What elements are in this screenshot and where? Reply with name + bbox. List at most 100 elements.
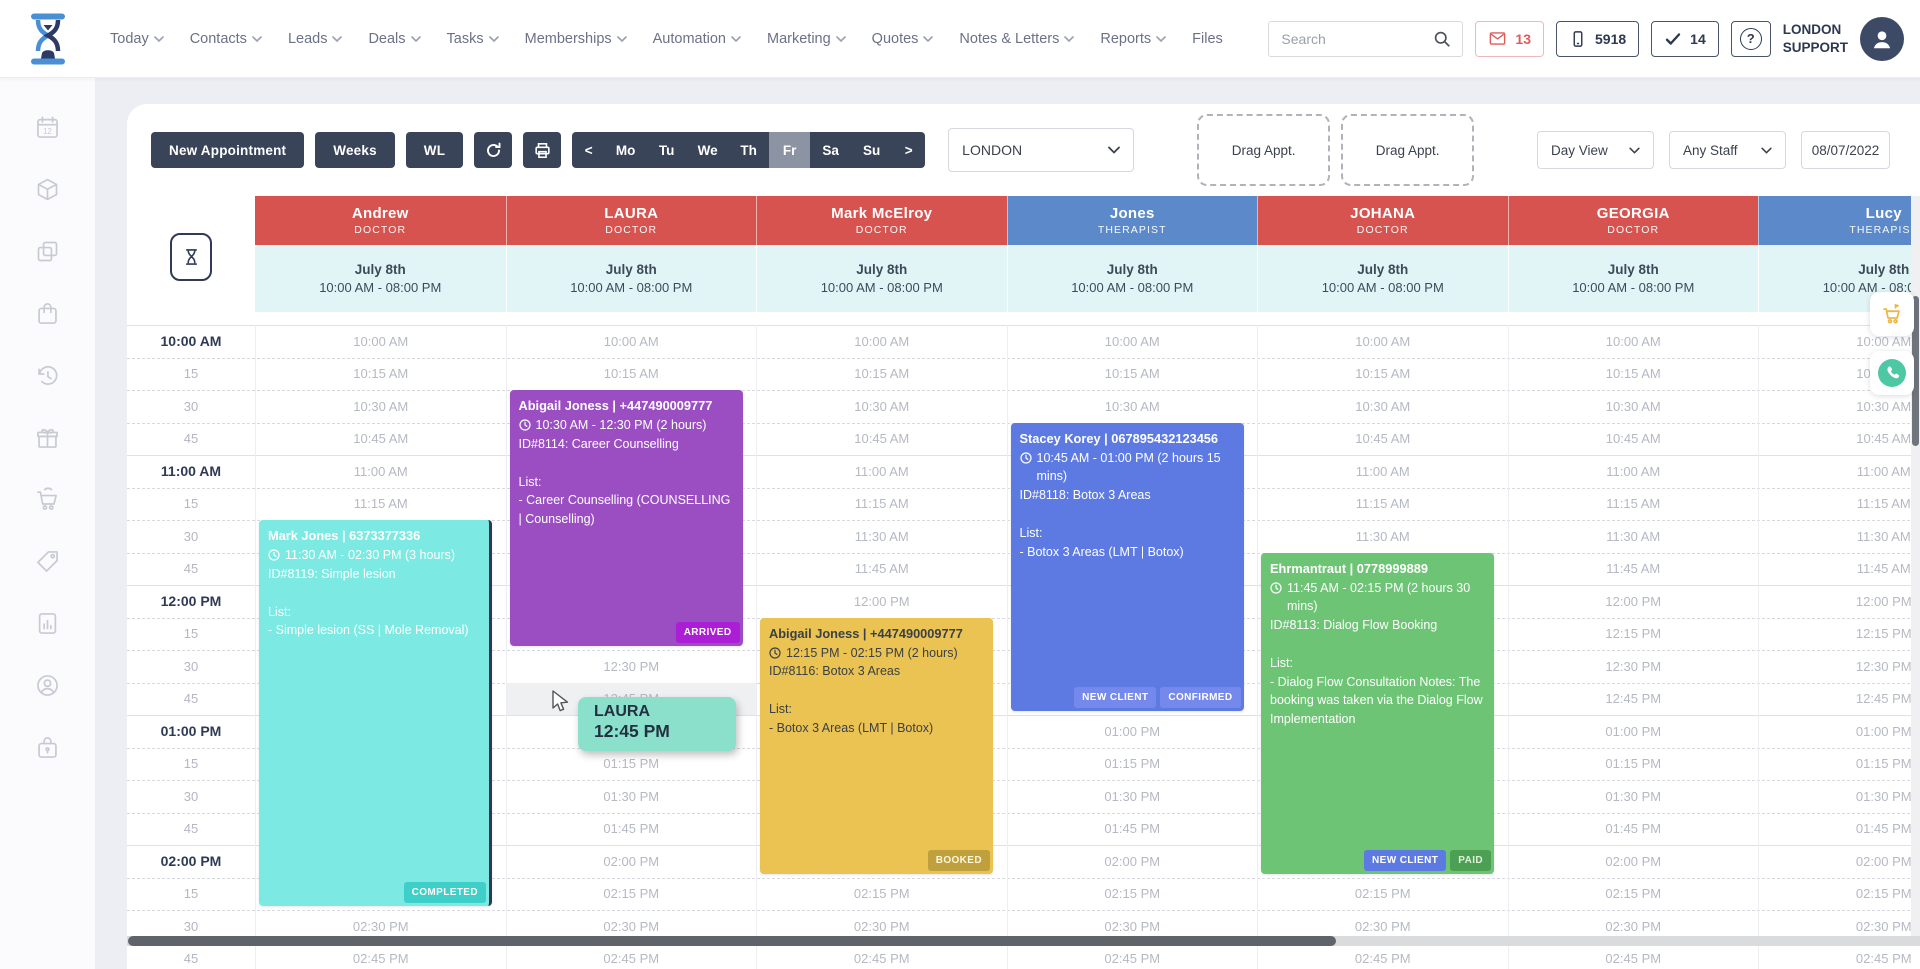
prev-day-button[interactable]: < [572,132,605,168]
time-slot-cell[interactable]: 11:00 AM [1258,455,1508,488]
appointment-card[interactable]: Abigail Joness | +44749000977712:15 PM -… [760,618,993,874]
time-slot-cell[interactable]: 12:00 PM [1759,585,1920,618]
time-slot-cell[interactable]: 01:15 PM [1509,748,1759,781]
time-slot-cell[interactable]: 02:15 PM [507,878,757,911]
time-slot-cell[interactable]: 11:30 AM [1509,520,1759,553]
time-slot-cell[interactable]: 01:30 PM [1759,780,1920,813]
staff-filter-select[interactable]: Any Staff [1669,131,1786,169]
time-slot-cell[interactable]: 11:30 AM [1759,520,1920,553]
whatsapp-floating-button[interactable] [1870,351,1914,395]
nav-item-notes-letters[interactable]: Notes & Letters [959,31,1074,47]
time-slot-cell[interactable]: 01:30 PM [1509,780,1759,813]
time-slot-cell[interactable]: 11:15 AM [256,488,506,521]
staff-header-lucy[interactable]: LucyTHERAPIST [1758,196,1920,245]
time-slot-cell[interactable]: 02:00 PM [1759,845,1920,878]
weekday-fr-button[interactable]: Fr [769,132,810,168]
time-slot-cell[interactable]: 11:45 AM [1509,553,1759,586]
cart-floating-button[interactable] [1870,292,1914,336]
weekday-tu-button[interactable]: Tu [646,132,687,168]
time-slot-cell[interactable]: 10:30 AM [757,390,1007,423]
time-slot-cell[interactable]: 10:45 AM [1509,423,1759,456]
view-select[interactable]: Day View [1537,131,1654,169]
time-slot-cell[interactable]: 02:45 PM [757,943,1007,969]
weekday-mo-button[interactable]: Mo [605,132,646,168]
drag-appointment-slot-2[interactable]: Drag Appt. [1341,114,1474,186]
time-slot-cell[interactable]: 10:00 AM [1258,325,1508,358]
messages-button[interactable]: 13 [1475,21,1544,57]
time-slot-cell[interactable]: 01:45 PM [507,813,757,846]
staff-header-andrew[interactable]: AndrewDOCTOR [255,196,506,245]
time-slot-cell[interactable]: 11:30 AM [757,520,1007,553]
time-slot-cell[interactable]: 10:45 AM [256,423,506,456]
nav-item-tasks[interactable]: Tasks [447,31,499,47]
time-slot-cell[interactable]: 10:00 AM [256,325,506,358]
time-slot-cell[interactable]: 12:30 PM [507,650,757,683]
location-select[interactable]: LONDON [948,128,1134,172]
time-slot-cell[interactable]: 01:15 PM [507,748,757,781]
time-slot-cell[interactable]: 01:45 PM [1008,813,1258,846]
time-slot-cell[interactable]: 01:30 PM [507,780,757,813]
nav-item-deals[interactable]: Deals [368,31,420,47]
time-slot-cell[interactable]: 11:15 AM [1509,488,1759,521]
time-slot-cell[interactable]: 11:00 AM [1509,455,1759,488]
time-slot-cell[interactable]: 02:45 PM [256,943,506,969]
time-slot-cell[interactable]: 12:30 PM [1509,650,1759,683]
time-slot-cell[interactable]: 12:30 PM [1759,650,1920,683]
waiting-list-button[interactable]: WL [406,132,463,168]
staff-header-laura[interactable]: LAURADOCTOR [506,196,757,245]
time-slot-cell[interactable]: 01:15 PM [1008,748,1258,781]
time-slot-cell[interactable]: 10:00 AM [1509,325,1759,358]
package-icon[interactable] [34,176,61,203]
tag-icon[interactable] [34,548,61,575]
appointment-card[interactable]: Stacey Korey | 06789543212345610:45 AM -… [1011,423,1244,712]
time-slot-cell[interactable]: 01:30 PM [1008,780,1258,813]
time-slot-cell[interactable]: 11:15 AM [1258,488,1508,521]
appointment-card[interactable]: Ehrmantraut | 077899988911:45 AM - 02:15… [1261,553,1494,874]
staff-header-georgia[interactable]: GEORGIADOCTOR [1508,196,1759,245]
weekday-sa-button[interactable]: Sa [810,132,851,168]
weekday-we-button[interactable]: We [687,132,728,168]
time-slot-cell[interactable]: 10:45 AM [1258,423,1508,456]
time-slot-cell[interactable]: 11:00 AM [1759,455,1920,488]
time-slot-cell[interactable]: 10:30 AM [1008,390,1258,423]
time-slot-cell[interactable]: 10:30 AM [256,390,506,423]
time-slot-cell[interactable]: 02:15 PM [1258,878,1508,911]
staff-header-jones[interactable]: JonesTHERAPIST [1007,196,1258,245]
time-slot-cell[interactable]: 11:30 AM [1258,520,1508,553]
time-slot-cell[interactable]: 11:45 AM [757,553,1007,586]
bag-icon[interactable] [34,300,61,327]
help-button[interactable]: ? [1731,21,1771,57]
report-icon[interactable] [34,610,61,637]
avatar[interactable] [1860,17,1904,61]
horizontal-scrollbar-thumb[interactable] [128,936,1336,946]
time-slot-cell[interactable]: 02:45 PM [1008,943,1258,969]
time-slot-cell[interactable]: 12:00 PM [1509,585,1759,618]
time-slot-cell[interactable]: 02:15 PM [757,878,1007,911]
search-input[interactable] [1281,31,1432,47]
time-slot-cell[interactable]: 10:15 AM [1509,358,1759,391]
time-slot-cell[interactable]: 12:00 PM [757,585,1007,618]
appointment-card[interactable]: Abigail Joness | +44749000977710:30 AM -… [510,390,743,646]
time-slot-cell[interactable]: 10:45 AM [757,423,1007,456]
lock-icon[interactable] [34,734,61,761]
tasks-done-button[interactable]: 14 [1651,21,1719,57]
nav-item-contacts[interactable]: Contacts [190,31,262,47]
search-box[interactable] [1268,21,1463,57]
time-slot-cell[interactable]: 10:15 AM [1008,358,1258,391]
nav-item-automation[interactable]: Automation [653,31,741,47]
nav-item-today[interactable]: Today [110,31,164,47]
time-slot-cell[interactable]: 02:15 PM [1509,878,1759,911]
time-slot-cell[interactable]: 11:45 AM [1759,553,1920,586]
time-slot-cell[interactable]: 01:00 PM [1008,715,1258,748]
user-circle-icon[interactable] [34,672,61,699]
refresh-button[interactable] [474,132,512,168]
print-button[interactable] [523,132,561,168]
cart-icon[interactable] [34,486,61,513]
time-slot-cell[interactable]: 10:15 AM [507,358,757,391]
time-slot-cell[interactable]: 02:00 PM [1509,845,1759,878]
time-slot-cell[interactable]: 10:00 AM [507,325,757,358]
nav-item-marketing[interactable]: Marketing [767,31,846,47]
time-slot-cell[interactable]: 02:15 PM [1008,878,1258,911]
time-slot-cell[interactable]: 01:00 PM [1759,715,1920,748]
staff-header-mark-mcelroy[interactable]: Mark McElroyDOCTOR [756,196,1007,245]
